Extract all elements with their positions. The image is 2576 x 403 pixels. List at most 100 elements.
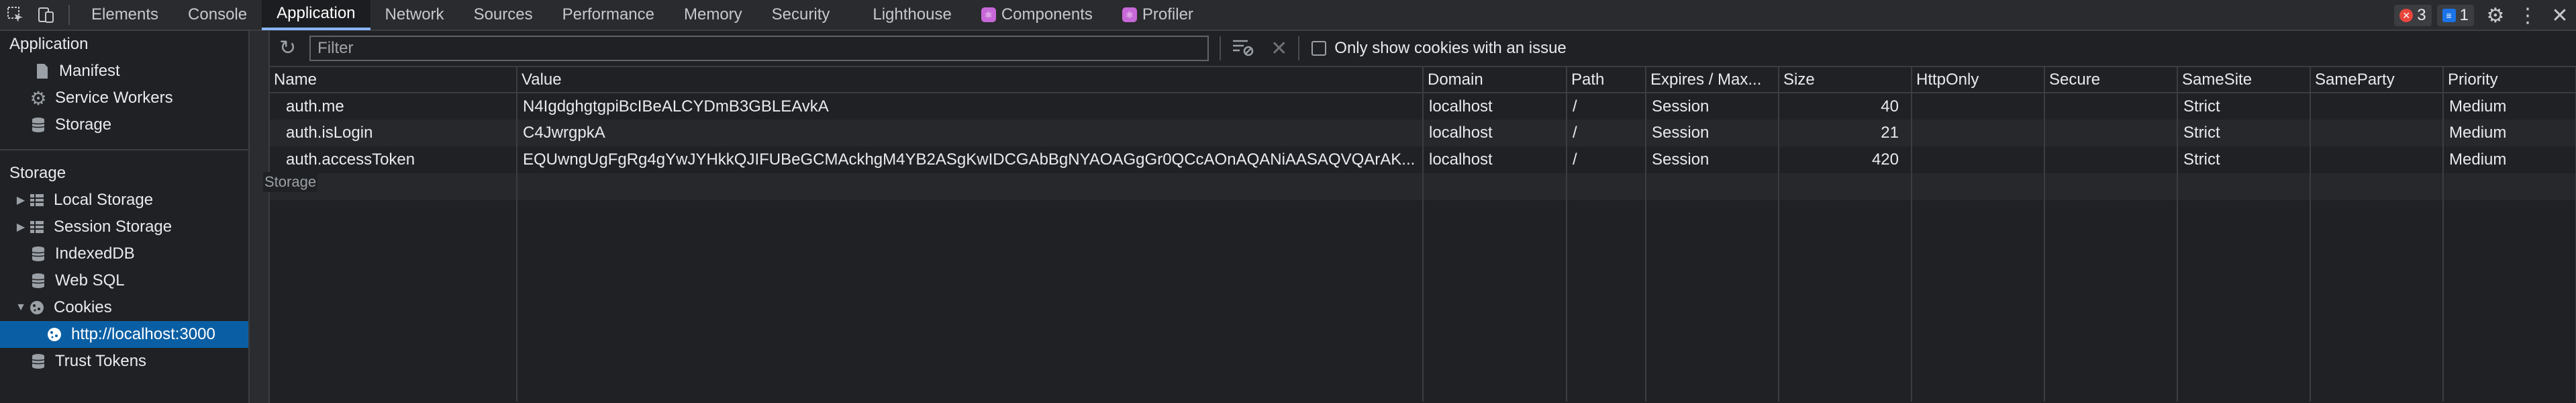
database-icon bbox=[30, 353, 47, 370]
cell-samesite: Strict bbox=[2177, 93, 2311, 120]
column-header[interactable]: Name bbox=[270, 67, 517, 93]
cookies-toolbar: ↻ ✕ Only show cookies with an issue bbox=[270, 31, 2576, 67]
cell-httponly bbox=[1912, 120, 2045, 146]
column-header[interactable]: HttpOnly bbox=[1912, 67, 2045, 93]
tab-lighthouse[interactable]: Lighthouse bbox=[858, 0, 966, 30]
column-header[interactable]: Domain bbox=[1423, 67, 1567, 93]
tab-memory[interactable]: Memory bbox=[669, 0, 757, 30]
tab-security[interactable]: Security bbox=[757, 0, 845, 30]
sidebar-item-indexeddb[interactable]: IndexedDB bbox=[0, 240, 248, 267]
expand-arrow-icon[interactable]: ▶ bbox=[13, 220, 28, 234]
sidebar-item-session-storage[interactable]: ▶ Session Storage bbox=[0, 214, 248, 240]
table-row[interactable]: auth.accessToken EQUwngUgFgRg4gYwJYHkkQJ… bbox=[270, 146, 2576, 173]
filter-input[interactable] bbox=[309, 36, 1209, 61]
error-count: 3 bbox=[2417, 6, 2426, 24]
tab-label: Lighthouse bbox=[873, 5, 952, 24]
cell-value: C4JwrgpkA bbox=[517, 120, 1424, 146]
database-icon bbox=[30, 245, 47, 263]
clear-filtered-cookies-icon[interactable] bbox=[1232, 38, 1254, 60]
sidebar-item-label: http://localhost:3000 bbox=[71, 325, 215, 343]
error-icon: ✕ bbox=[2399, 9, 2414, 22]
cell-path: / bbox=[1567, 93, 1646, 120]
cookie-icon bbox=[46, 326, 63, 343]
message-count-badge[interactable]: ≡ 1 bbox=[2436, 5, 2474, 26]
expand-arrow-icon[interactable]: ▶ bbox=[13, 193, 28, 207]
column-header[interactable]: Size bbox=[1779, 67, 1912, 93]
sidebar-item-service-workers[interactable]: ⚙ Service Workers bbox=[0, 85, 248, 111]
cell-path: / bbox=[1567, 120, 1646, 146]
cell-size: 420 bbox=[1779, 146, 1912, 173]
cell-priority: Medium bbox=[2443, 120, 2576, 146]
cell-path: / bbox=[1567, 146, 1646, 173]
table-row[interactable]: auth.isLogin C4JwrgpkA localhost / Sessi… bbox=[270, 120, 2576, 146]
column-header[interactable]: SameParty bbox=[2310, 67, 2444, 93]
database-icon bbox=[30, 272, 47, 289]
table-filler-area bbox=[270, 200, 2576, 402]
close-devtools-icon[interactable]: ✕ bbox=[2544, 0, 2576, 31]
table-header-row: Name Value Domain Path Expires / Max... … bbox=[270, 67, 2576, 93]
column-header[interactable]: Priority bbox=[2443, 67, 2576, 93]
tab-network[interactable]: Network bbox=[370, 0, 459, 30]
cell-sameparty bbox=[2310, 146, 2444, 173]
column-header[interactable]: Expires / Max... bbox=[1646, 67, 1779, 93]
sidebar-item-label: IndexedDB bbox=[55, 244, 135, 263]
sidebar-item-cookies[interactable]: ▼ Cookies bbox=[0, 294, 248, 321]
tab-label: Application bbox=[277, 4, 356, 22]
table-filler-row bbox=[270, 173, 2576, 200]
column-header[interactable]: Secure bbox=[2044, 67, 2178, 93]
tab-elements[interactable]: Elements bbox=[77, 0, 173, 30]
issue-filter-checkbox[interactable] bbox=[1311, 41, 1327, 56]
refresh-icon[interactable]: ↻ bbox=[279, 38, 296, 58]
table-row[interactable]: auth.me N4IgdghgtgpiBcIBeALCYDmB3GBLEAvk… bbox=[270, 93, 2576, 120]
collapse-arrow-icon[interactable]: ▼ bbox=[13, 302, 28, 314]
tab-label: Elements bbox=[91, 5, 159, 24]
settings-gear-icon[interactable]: ⚙ bbox=[2479, 0, 2512, 31]
cell-size: 40 bbox=[1779, 93, 1912, 120]
tab-profiler[interactable]: ⚛ Profiler bbox=[1107, 0, 1208, 30]
sidebar-item-label: Manifest bbox=[59, 62, 120, 80]
cell-sameparty bbox=[2310, 93, 2444, 120]
column-header[interactable]: Value bbox=[517, 67, 1424, 93]
sidebar-item-label: Trust Tokens bbox=[55, 352, 147, 370]
tab-sources[interactable]: Sources bbox=[459, 0, 548, 30]
message-count: 1 bbox=[2459, 6, 2469, 24]
tab-performance[interactable]: Performance bbox=[548, 0, 669, 30]
sidebar-item-manifest[interactable]: Manifest bbox=[0, 58, 248, 85]
tab-label: Performance bbox=[562, 5, 654, 24]
cell-expires: Session bbox=[1646, 146, 1779, 173]
sidebar-item-local-storage[interactable]: ▶ Local Storage bbox=[0, 187, 248, 214]
tab-label: Memory bbox=[684, 5, 742, 24]
column-header[interactable]: Path bbox=[1567, 67, 1646, 93]
sidebar-item-web-sql[interactable]: Web SQL bbox=[0, 267, 248, 294]
sidebar-item-label: Storage bbox=[55, 116, 112, 134]
sidebar-divider bbox=[0, 149, 248, 150]
cell-secure bbox=[2044, 146, 2178, 173]
cell-sameparty bbox=[2310, 120, 2444, 146]
delete-selected-icon[interactable]: ✕ bbox=[1271, 37, 1287, 60]
sidebar-item-label: Service Workers bbox=[55, 89, 173, 107]
tab-label: Profiler bbox=[1142, 5, 1193, 24]
sidebar-resize-gutter[interactable] bbox=[250, 31, 270, 403]
cookie-icon bbox=[28, 299, 46, 316]
sidebar-item-trust-tokens[interactable]: Trust Tokens bbox=[0, 348, 248, 375]
cell-value: EQUwngUgFgRg4gYwJYHkkQJIFUBeGCMAckhgM4YB… bbox=[517, 146, 1424, 173]
cell-secure bbox=[2044, 93, 2178, 120]
error-count-badge[interactable]: ✕ 3 bbox=[2394, 5, 2432, 26]
cell-name: auth.me bbox=[270, 93, 517, 120]
cookies-table: Name Value Domain Path Expires / Max... … bbox=[270, 67, 2576, 402]
more-options-icon[interactable]: ⋮ bbox=[2512, 0, 2544, 31]
cell-httponly bbox=[1912, 146, 2045, 173]
tab-components[interactable]: ⚛ Components bbox=[967, 0, 1107, 30]
sidebar-item-cookie-origin[interactable]: http://localhost:3000 bbox=[0, 321, 248, 348]
device-toolbar-icon[interactable] bbox=[31, 0, 62, 30]
sidebar-item-label: Session Storage bbox=[54, 218, 172, 236]
cell-secure bbox=[2044, 120, 2178, 146]
sidebar-item-label: Web SQL bbox=[55, 271, 125, 289]
inspect-element-icon[interactable] bbox=[0, 0, 31, 30]
react-components-icon: ⚛ bbox=[981, 7, 996, 22]
column-header[interactable]: SameSite bbox=[2177, 67, 2311, 93]
sidebar-item-storage[interactable]: Storage bbox=[0, 111, 248, 138]
tab-application[interactable]: Application bbox=[262, 0, 370, 30]
cell-priority: Medium bbox=[2443, 93, 2576, 120]
tab-console[interactable]: Console bbox=[173, 0, 262, 30]
